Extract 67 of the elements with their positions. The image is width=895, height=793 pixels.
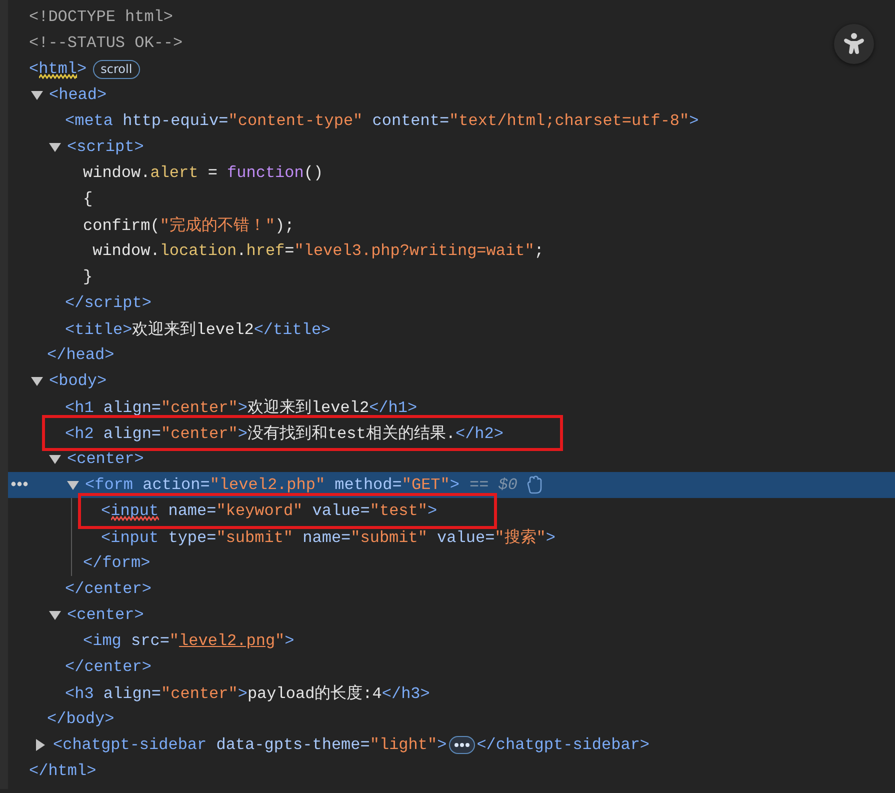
code-line: <meta http-equiv="content-type" content="text/html;charset=utf-8"> [65,112,699,130]
code-line: <form action="level2.php" method="GET"> [85,476,460,494]
tree-row[interactable]: <!DOCTYPE html> [8,4,895,30]
tree-row[interactable]: <input type="submit" name="submit" value="搜索"> [8,524,895,550]
code-line: <html> [29,60,87,78]
code-line: window.alert = function() [83,164,324,182]
ellipsis-icon[interactable] [448,736,475,754]
code-line: <!--STATUS OK--> [29,34,183,52]
code-line: </script> [65,294,152,312]
scroll-badge[interactable]: scroll [92,60,140,78]
code-line: </chatgpt-sidebar> [476,736,650,754]
code-line: <input type="submit" name="submit" value="搜索"> [101,528,556,548]
tree-row[interactable]: <head> [8,82,895,108]
tree-row[interactable]: <input name="keyword" value="test"> [8,498,895,524]
accessibility-icon [842,32,866,56]
tree-row[interactable]: confirm("完成的不错！"); [8,212,895,238]
triangle-down-icon[interactable] [49,142,61,152]
code-line: <input name="keyword" value="test"> [101,502,438,520]
code-line: { [83,190,93,208]
code-line: window.location.href="level3.php?writing=wait"; [92,242,544,260]
tree-row[interactable]: } [8,264,895,290]
tree-row[interactable]: <h2 align="center">没有找到和test相关的结果.</h2> [8,420,895,446]
code-line: <head> [49,86,107,104]
tree-row[interactable]: <img src="level2.png"> [8,628,895,654]
triangle-down-icon[interactable] [49,454,61,464]
code-line: <img src="level2.png"> [83,632,294,650]
code-line: </form> [83,554,150,572]
code-line: <body> [49,372,107,390]
code-line: <h2 align="center">没有找到和test相关的结果.</h2> [65,424,504,444]
tree-row[interactable]: <!--STATUS OK--> [8,30,895,56]
code-line: <center> [67,450,144,468]
code-line: </center> [65,658,152,676]
tree-row[interactable]: <meta http-equiv="content-type" content="text/html;charset=utf-8"> [8,108,895,134]
code-line: confirm("完成的不错！"); [83,216,294,236]
tree-row[interactable]: window.alert = function() [8,160,895,186]
tree-row[interactable]: <body> [8,368,895,394]
tree-row[interactable]: <form action="level2.php" method="GET"> == $0 [8,472,895,498]
tree-row[interactable]: <h1 align="center">欢迎来到level2</h1> [8,394,895,420]
more-options-icon[interactable] [11,481,28,487]
code-line: </html> [29,762,96,780]
triangle-down-icon[interactable] [31,376,43,386]
code-line: <script> [67,138,144,156]
code-line: <title>欢迎来到level2</title> [65,320,331,340]
tree-row[interactable]: <center> [8,446,895,472]
code-line: </center> [65,580,152,598]
triangle-down-icon[interactable] [31,90,43,100]
code-line: <h1 align="center">欢迎来到level2</h1> [65,398,418,418]
tree-row[interactable]: <center> [8,602,895,628]
code-line: } [83,268,93,286]
tree-row[interactable]: <title>欢迎来到level2</title> [8,316,895,342]
tree-row[interactable]: <chatgpt-sidebar data-gpts-theme="light"> </chatgpt-sidebar> [8,732,895,758]
code-line: <h3 align="center">payload的长度:4</h3> [65,684,430,704]
tree-row[interactable]: window.location.href="level3.php?writing=wait"; [8,238,895,264]
triangle-down-icon[interactable] [67,480,79,490]
code-line: <chatgpt-sidebar data-gpts-theme="light"> [53,736,447,754]
node-reference-label: == $0 [469,476,518,494]
code-line: <!DOCTYPE html> [29,8,174,26]
triangle-down-icon[interactable] [49,610,61,620]
tree-row[interactable]: { [8,186,895,212]
code-line: </body> [47,710,114,728]
triangle-right-icon[interactable] [35,739,45,751]
tree-row[interactable]: <script> [8,134,895,160]
code-line: </head> [47,346,114,364]
code-line: <center> [67,606,144,624]
accessibility-button[interactable] [834,24,874,64]
tree-row[interactable]: <html> scroll [8,56,895,82]
tree-row[interactable]: <h3 align="center">payload的长度:4</h3> [8,680,895,706]
